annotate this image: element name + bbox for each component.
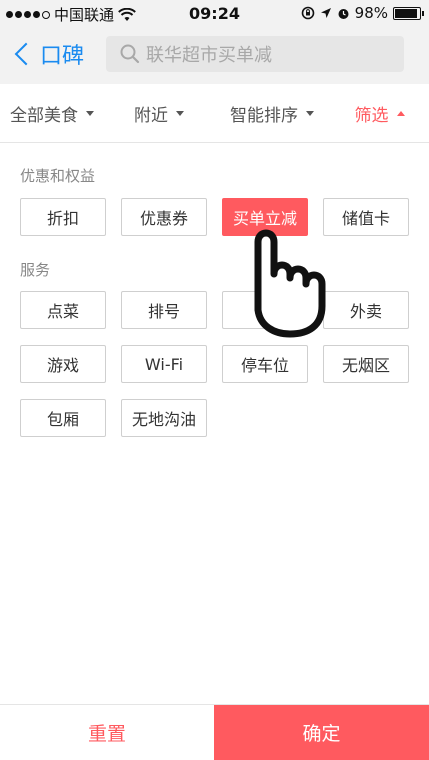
battery-icon	[393, 6, 424, 20]
bottom-bar: 重置 确定	[0, 704, 429, 760]
tag-takeout[interactable]: 外卖	[323, 291, 409, 329]
tag-pay-discount[interactable]: 买单立减	[222, 198, 308, 236]
filter-smart-sort[interactable]: 智能排序	[214, 101, 330, 126]
filter-all-food[interactable]: 全部美食	[0, 101, 104, 126]
filter-label: 全部美食	[10, 105, 78, 126]
filter-nearby[interactable]: 附近	[104, 101, 214, 126]
filter-label: 智能排序	[230, 105, 298, 126]
status-bar: 中国联通 09:24 98%	[0, 0, 429, 26]
caret-down-icon	[86, 110, 94, 116]
confirm-button[interactable]: 确定	[214, 705, 429, 760]
back-label: 口碑	[40, 44, 85, 69]
section-title-offers: 优惠和权益	[20, 167, 96, 185]
filter-label: 附近	[134, 105, 168, 126]
caret-down-icon	[176, 110, 184, 116]
tag-order-dishes[interactable]: 点菜	[20, 291, 106, 329]
caret-up-icon	[396, 110, 405, 116]
tag-queue-number[interactable]: 排号	[121, 291, 207, 329]
tag-coupon[interactable]: 优惠券	[121, 198, 207, 236]
alarm-icon	[338, 8, 349, 19]
location-arrow-icon	[320, 8, 331, 18]
nav-bar: 口碑 联华超市买单减	[0, 26, 429, 84]
tag-discount[interactable]: 折扣	[20, 198, 106, 236]
filter-screen[interactable]: 筛选	[330, 101, 429, 126]
tag-wifi[interactable]: Wi-Fi	[121, 345, 207, 383]
search-placeholder: 联华超市买单减	[146, 45, 272, 66]
tag-private-room[interactable]: 包厢	[20, 399, 106, 437]
tag-stored-value-card[interactable]: 储值卡	[323, 198, 409, 236]
tag-reservation[interactable]: 预	[222, 291, 308, 329]
reset-button[interactable]: 重置	[0, 705, 214, 760]
tag-parking[interactable]: 停车位	[222, 345, 308, 383]
status-right: 98%	[301, 4, 424, 22]
filter-bar: 全部美食 附近 智能排序 筛选	[0, 84, 429, 143]
chevron-left-icon	[14, 42, 38, 66]
tag-no-gutter-oil[interactable]: 无地沟油	[121, 399, 207, 437]
caret-down-icon	[306, 110, 314, 116]
tag-non-smoking[interactable]: 无烟区	[323, 345, 409, 383]
filter-label: 筛选	[354, 105, 389, 126]
section-title-services: 服务	[20, 261, 51, 279]
rotation-lock-icon	[301, 6, 314, 20]
search-input[interactable]: 联华超市买单减	[106, 36, 404, 72]
search-icon	[120, 44, 140, 64]
battery-percent: 98%	[354, 4, 388, 22]
tag-games[interactable]: 游戏	[20, 345, 106, 383]
back-button[interactable]: 口碑	[12, 38, 84, 70]
